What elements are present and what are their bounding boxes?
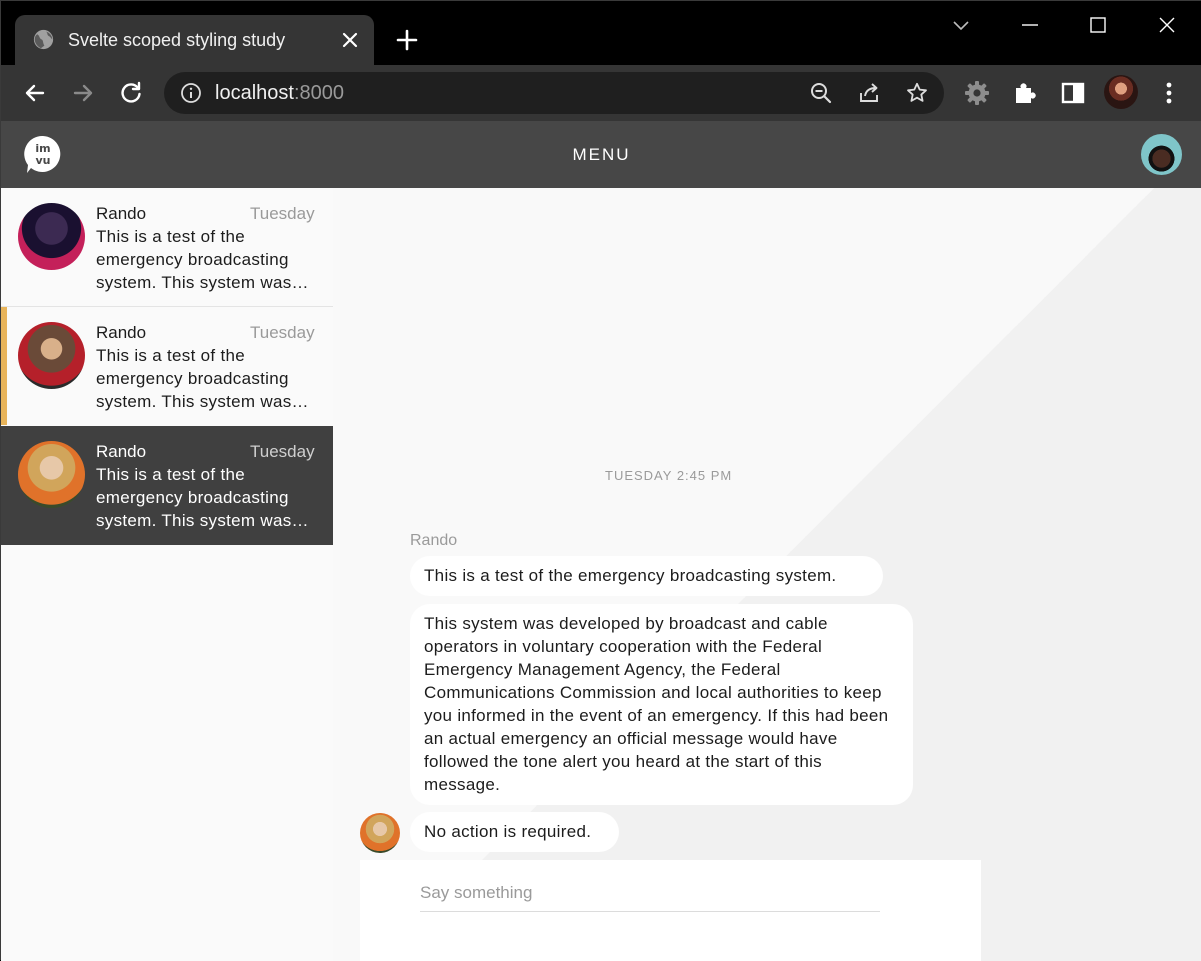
unread-indicator [1,307,7,425]
maximize-icon[interactable] [1086,13,1110,37]
title-bar: Svelte scoped styling study [1,1,1201,65]
conversation-name: Rando [96,323,147,342]
window-close-icon[interactable] [1155,13,1179,37]
message-bubble: No action is required. [410,812,619,852]
address-bar[interactable]: localhost:8000 [164,72,944,114]
message-bubble: This system was developed by broadcast a… [410,604,913,805]
conversation-date: Tuesday [250,323,315,342]
message-input[interactable] [420,874,880,912]
conversation-item[interactable]: Rando Tuesday This is a test of the emer… [1,307,333,426]
conversation-date: Tuesday [250,204,315,223]
browser-toolbar: localhost:8000 [1,65,1201,121]
forward-arrow-icon[interactable] [69,79,97,107]
minimize-icon[interactable] [1018,13,1042,37]
conversation-preview: This is a test of the emergency broadcas… [96,465,309,530]
globe-icon [33,29,54,50]
user-avatar[interactable] [1141,134,1182,175]
app-header: im vu MENU [1,121,1201,188]
sender-avatar[interactable] [360,813,400,853]
message-bubble: This is a test of the emergency broadcas… [410,556,883,596]
conversation-preview: This is a test of the emergency broadcas… [96,346,309,411]
tab-title: Svelte scoped styling study [68,30,286,50]
avatar [18,322,85,389]
browser-tab[interactable]: Svelte scoped styling study [15,15,374,65]
sidebar-icon[interactable] [1059,79,1087,107]
conversation-list: Rando Tuesday This is a test of the emer… [1,188,333,961]
url-port: :8000 [293,82,344,104]
chevron-down-icon[interactable] [949,13,973,37]
star-icon[interactable] [905,81,929,105]
profile-avatar[interactable] [1104,75,1138,109]
message-timestamp: TUESDAY 2:45 PM [605,468,733,483]
info-icon[interactable] [180,82,202,104]
plus-icon[interactable] [395,28,419,52]
gear-icon[interactable] [963,79,991,107]
conversation-preview: This is a test of the emergency broadcas… [96,227,309,292]
conversation-date: Tuesday [250,442,315,461]
conversation-name: Rando [96,204,147,223]
kebab-menu-icon[interactable] [1155,79,1183,107]
sender-name: Rando [410,532,458,549]
url-host: localhost [215,82,294,104]
puzzle-icon[interactable] [1011,79,1039,107]
browser-window: Svelte scoped styling study localhost:80… [0,0,1201,961]
menu-button[interactable]: MENU [1,145,1201,165]
avatar [18,203,85,270]
conversation-item[interactable]: Rando Tuesday This is a test of the emer… [1,426,333,545]
conversation-name: Rando [96,442,147,461]
zoom-out-icon[interactable] [809,81,833,105]
close-icon[interactable] [340,30,360,50]
back-arrow-icon[interactable] [21,79,49,107]
reload-icon[interactable] [117,79,145,107]
chat-pane: TUESDAY 2:45 PM Rando This is a test of … [333,188,1201,961]
share-icon[interactable] [857,81,881,105]
conversation-item[interactable]: Rando Tuesday This is a test of the emer… [1,188,333,307]
url-text[interactable]: localhost:8000 [215,82,344,104]
avatar [18,441,85,508]
message-composer [360,860,981,961]
